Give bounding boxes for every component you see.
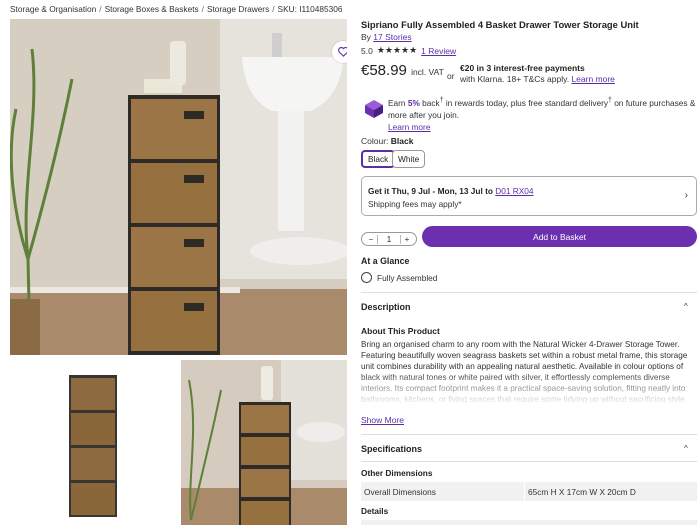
reviews-link[interactable]: 1 Review: [421, 46, 456, 56]
about-heading: About This Product: [361, 326, 440, 336]
or-label: or: [447, 71, 455, 81]
colour-option-white[interactable]: White: [392, 150, 426, 168]
wishlist-heart-icon[interactable]: [332, 41, 347, 63]
table-row: [361, 520, 697, 525]
chevron-up-icon[interactable]: ^: [684, 302, 688, 311]
product-main-image[interactable]: [10, 19, 347, 355]
colour-option-black[interactable]: Black: [361, 150, 396, 168]
quantity-decrease-button[interactable]: −: [365, 235, 377, 244]
text-fade: [361, 372, 697, 404]
quantity-input[interactable]: 1: [377, 234, 401, 244]
divider: [361, 434, 697, 435]
other-dimensions-heading: Other Dimensions: [361, 468, 433, 478]
delivery-estimate-card[interactable]: Get it Thu, 9 Jul - Mon, 13 Jul to D01 R…: [361, 176, 697, 216]
at-a-glance-heading: At a Glance: [361, 256, 410, 266]
chevron-up-icon[interactable]: ^: [684, 444, 688, 453]
quantity-increase-button[interactable]: +: [401, 235, 413, 244]
brand-byline: By 17 Stories: [361, 32, 412, 42]
star-rating-icon: ★★★★★: [376, 45, 418, 55]
table-row: Overall Dimensions 65cm H X 17cm W X 20c…: [361, 482, 697, 501]
show-more-link[interactable]: Show More: [361, 415, 404, 425]
details-heading: Details: [361, 506, 389, 516]
price-value: €58.99: [361, 62, 407, 79]
description-toggle[interactable]: Description: [361, 302, 411, 312]
breadcrumb-item[interactable]: Storage Boxes & Baskets: [105, 4, 199, 14]
product-thumbnail-white[interactable]: [10, 360, 177, 525]
postcode-link[interactable]: D01 RX04: [495, 186, 533, 196]
price: €58.99 incl. VAT: [361, 62, 444, 79]
sku-label: SKU: I110485306: [277, 4, 343, 14]
rating-row: 5.0 ★★★★★ 1 Review: [361, 45, 456, 56]
rewards-learn-more-link[interactable]: Learn more: [388, 122, 430, 132]
rewards-cube-icon: [365, 100, 383, 118]
klarna-info: €20 in 3 interest-free payments with Kla…: [460, 63, 615, 84]
klarna-learn-more-link[interactable]: Learn more: [571, 74, 614, 84]
quantity-stepper: − 1 +: [361, 232, 417, 246]
breadcrumb: Storage & Organisation / Storage Boxes & B…: [10, 4, 343, 14]
colour-label: Colour: Black: [361, 136, 414, 146]
assembled-icon: [361, 272, 372, 283]
chevron-right-icon: ›: [684, 190, 688, 201]
selected-colour: Black: [390, 136, 414, 146]
brand-link[interactable]: 17 Stories: [373, 32, 411, 42]
klarna-headline: €20 in 3 interest-free payments: [460, 63, 585, 73]
breadcrumb-item[interactable]: Storage Drawers: [207, 4, 269, 14]
breadcrumb-item[interactable]: Storage & Organisation: [10, 4, 96, 14]
divider: [361, 461, 697, 462]
shipping-note: Shipping fees may apply*: [368, 199, 462, 209]
product-title: Sipriano Fully Assembled 4 Basket Drawer…: [361, 19, 639, 30]
add-to-basket-button[interactable]: Add to Basket: [422, 226, 697, 247]
product-thumbnail-room[interactable]: [181, 360, 347, 525]
rating-value: 5.0: [361, 45, 373, 56]
vat-label: incl. VAT: [411, 67, 444, 77]
divider: [361, 292, 697, 293]
specifications-toggle[interactable]: Specifications: [361, 444, 422, 454]
glance-item: Fully Assembled: [361, 272, 437, 283]
